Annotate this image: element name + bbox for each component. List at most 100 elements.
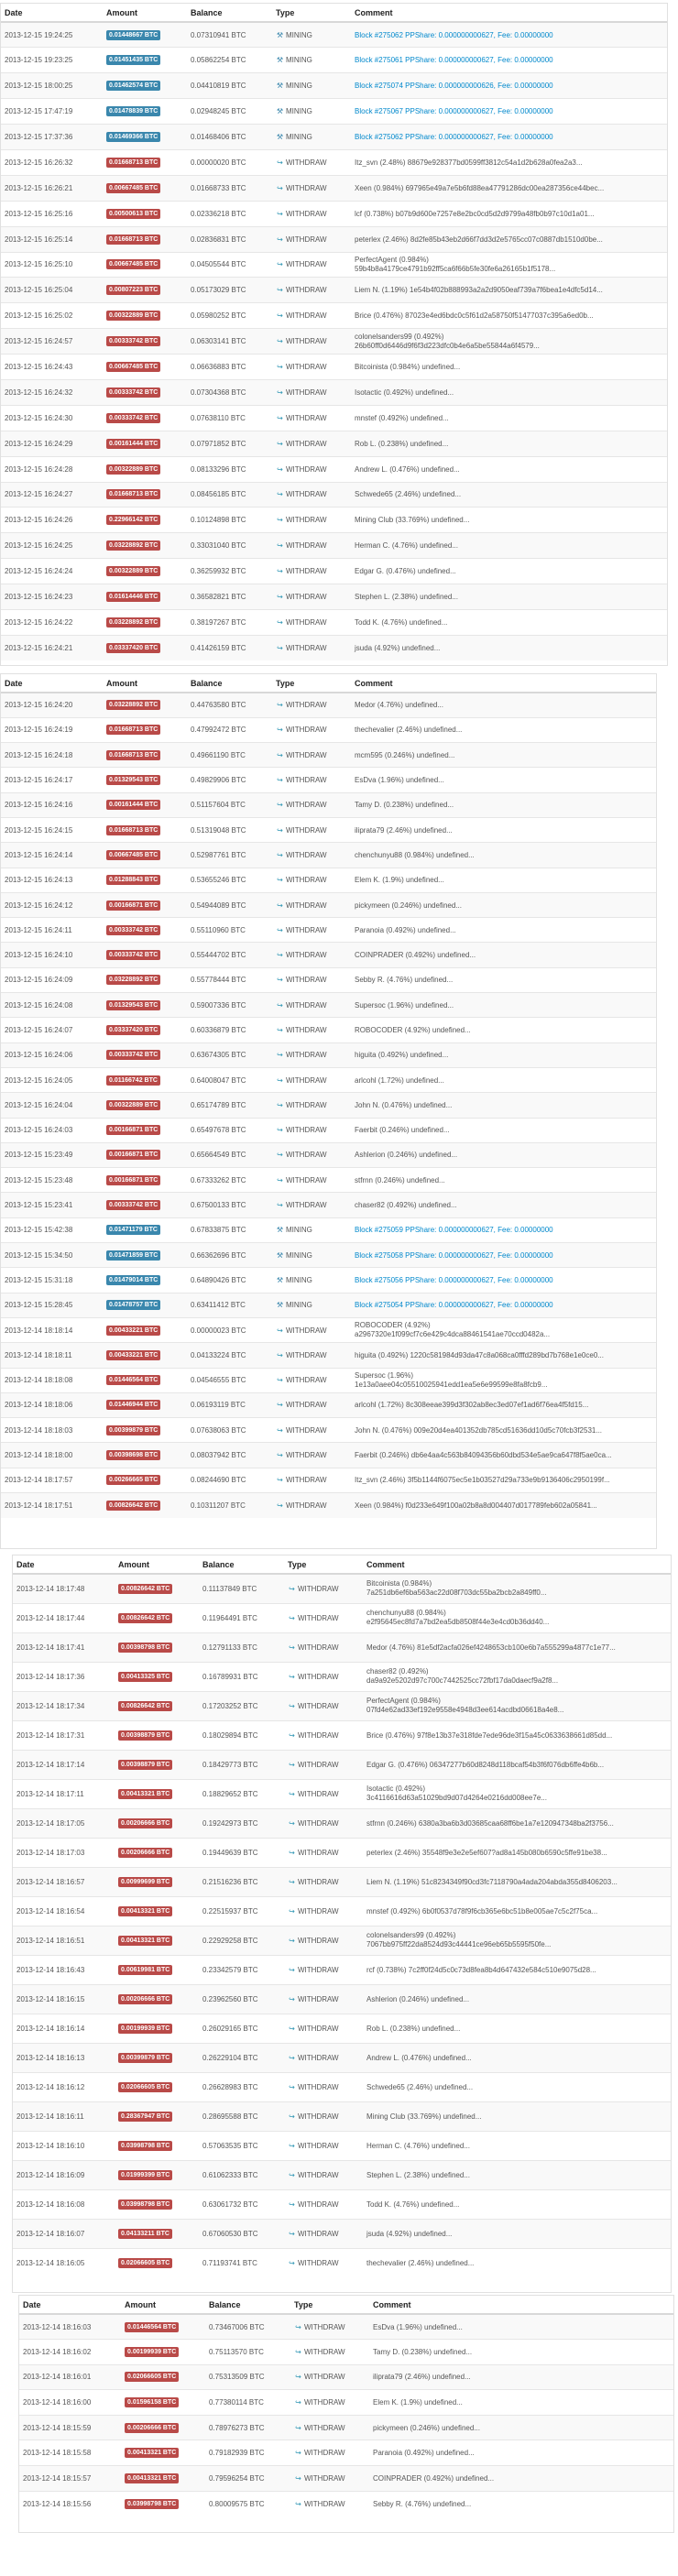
- column-header-amount[interactable]: Amount: [103, 674, 187, 693]
- type-cell: ↪ WITHDRAW: [284, 2101, 363, 2131]
- column-header-balance[interactable]: Balance: [199, 1555, 284, 1575]
- type-label: WITHDRAW: [286, 876, 327, 885]
- block-link[interactable]: Block #275062 PPShare: 0.000000000627, F…: [355, 133, 553, 141]
- amount-cell: 0.00826642 BTC: [115, 1573, 199, 1603]
- comment-cell: mnstef (0.492%) 6b0f0537d78f9f6cb365e6bc…: [363, 1895, 671, 1926]
- date-cell: 2013-12-15 16:24:15: [1, 816, 103, 843]
- share-arrow-icon: ↪: [289, 1936, 295, 1945]
- comment-line: 26b60ff0d6446d9f6f3d223dfc0b4e6a5be55844…: [355, 341, 540, 350]
- type-label: WITHDRAW: [286, 1075, 327, 1085]
- share-arrow-icon: ↪: [277, 541, 283, 551]
- column-header-type[interactable]: Type: [290, 2296, 369, 2315]
- table-row: 2013-12-15 16:24:13 0.01288843 BTC 0.53655…: [1, 867, 656, 893]
- amount-cell: 0.01478839 BTC: [103, 98, 187, 125]
- date-cell: 2013-12-15 16:24:13: [1, 867, 103, 893]
- date-cell: 2013-12-14 18:17:05: [13, 1807, 115, 1838]
- header-row: Date Amount Balance Type Comment: [19, 2296, 673, 2315]
- column-header-date[interactable]: Date: [13, 1555, 115, 1575]
- block-link[interactable]: Block #275059 PPShare: 0.000000000627, F…: [355, 1226, 553, 1234]
- amount-badge: 0.01478757 BTC: [106, 1300, 161, 1311]
- block-link[interactable]: Block #275058 PPShare: 0.000000000627, F…: [355, 1251, 553, 1260]
- amount-badge: 0.01478839 BTC: [106, 106, 161, 117]
- share-arrow-icon: ↪: [277, 876, 283, 885]
- column-header-amount[interactable]: Amount: [103, 4, 187, 23]
- comment-cell: Xeen (0.984%) f0d233e649f100a02b8a8d0044…: [351, 1491, 656, 1518]
- type-cell: ↪ WITHDRAW: [272, 791, 351, 818]
- amount-badge: 0.00413321 BTC: [125, 2448, 180, 2459]
- type-label: WITHDRAW: [304, 2347, 345, 2356]
- type-cell: ↪ WITHDRAW: [284, 2189, 363, 2219]
- amount-badge: 0.00413321 BTC: [118, 1935, 173, 1946]
- column-header-comment[interactable]: Comment: [351, 4, 667, 23]
- amount-badge: 0.01668713 BTC: [106, 489, 161, 500]
- table-row: 2013-12-15 16:25:14 0.01668713 BTC 0.02836…: [1, 225, 667, 253]
- comment-cell: higuita (0.492%) 1220c581984d93da47c8a06…: [351, 1342, 656, 1369]
- column-header-comment[interactable]: Comment: [363, 1555, 671, 1575]
- comment-text: jsuda (4.92%) undefined...: [366, 2229, 453, 2238]
- type-label: WITHDRAW: [286, 951, 327, 960]
- comment-line: PerfectAgent (0.984%): [366, 1697, 441, 1705]
- comment-cell: iliprata79 (2.46%) undefined...: [369, 2363, 673, 2390]
- amount-cell: 0.00399879 BTC: [115, 2042, 199, 2072]
- date-cell: 2013-12-15 18:00:25: [1, 72, 103, 99]
- column-header-comment[interactable]: Comment: [369, 2296, 673, 2315]
- share-arrow-icon: ↪: [295, 2449, 301, 2458]
- type-cell: ↪ WITHDRAW: [290, 2465, 369, 2492]
- comment-text: Tamy D. (0.238%) undefined...: [373, 2347, 473, 2356]
- amount-cell: 0.00206666 BTC: [115, 1807, 199, 1838]
- balance-cell: 0.04546555 BTC: [187, 1367, 272, 1393]
- comment-cell: Andrew L. (0.476%) undefined...: [363, 2042, 671, 2072]
- comment-line: colonelsanders99 (0.492%): [366, 1931, 456, 1939]
- block-link[interactable]: Block #275074 PPShare: 0.000000000626, F…: [355, 82, 553, 90]
- block-link[interactable]: Block #275062 PPShare: 0.000000000627, F…: [355, 31, 553, 39]
- date-cell: 2013-12-15 16:24:19: [1, 716, 103, 743]
- amount-badge: 0.00206666 BTC: [118, 1993, 173, 2004]
- comment-cell: Bitcoinista (0.984%) 7a251db6ef6ba563ac22…: [363, 1573, 671, 1603]
- column-header-type[interactable]: Type: [272, 674, 351, 693]
- amount-cell: 0.00161444 BTC: [103, 791, 187, 818]
- amount-cell: 0.00322889 BTC: [103, 1092, 187, 1119]
- block-link[interactable]: Block #275061 PPShare: 0.000000000627, F…: [355, 56, 553, 64]
- column-header-balance[interactable]: Balance: [187, 674, 272, 693]
- table-row: 2013-12-15 15:31:18 0.01479014 BTC 0.64890…: [1, 1267, 656, 1293]
- comment-text: peterlex (2.46%) 8d2fe85b43eb2d66f7dd3d2…: [355, 235, 603, 244]
- column-header-date[interactable]: Date: [19, 2296, 121, 2315]
- amount-badge: 0.00322889 BTC: [106, 1099, 161, 1110]
- comment-text: Ashlerion (0.246%) undefined...: [366, 1994, 470, 2003]
- table-row: 2013-12-14 18:18:11 0.00433221 BTC 0.04133…: [1, 1342, 656, 1369]
- comment-cell: Schwede65 (2.46%) undefined...: [363, 2071, 671, 2101]
- block-link[interactable]: Block #275056 PPShare: 0.000000000627, F…: [355, 1276, 553, 1284]
- column-header-type[interactable]: Type: [284, 1555, 363, 1575]
- type-label: WITHDRAW: [286, 1026, 327, 1034]
- comment-text: Schwede65 (2.46%) undefined...: [366, 2082, 474, 2091]
- amount-cell: 0.00166871 BTC: [103, 1117, 187, 1143]
- block-link[interactable]: Block #275067 PPShare: 0.000000000627, F…: [355, 107, 553, 115]
- comment-text: iliprata79 (2.46%) undefined...: [355, 825, 453, 835]
- column-header-date[interactable]: Date: [1, 674, 103, 693]
- type-cell: ⚒ MINING: [272, 124, 351, 150]
- comment-text: Medor (4.76%) 81e5df2acfa026ef4248653cb1…: [366, 1643, 616, 1652]
- column-header-comment[interactable]: Comment: [351, 674, 656, 693]
- comment-cell: Tamy D. (0.238%) undefined...: [351, 791, 656, 818]
- column-header-balance[interactable]: Balance: [205, 2296, 290, 2315]
- amount-cell: 0.01329543 BTC: [103, 767, 187, 793]
- table-row: 2013-12-14 18:16:11 0.28367947 BTC 0.28695…: [13, 2101, 671, 2131]
- share-arrow-icon: ↪: [277, 1350, 283, 1359]
- type-cell: ↪ WITHDRAW: [272, 842, 351, 868]
- comment-cell: mnstef (0.492%) undefined...: [351, 404, 667, 431]
- comment-text: rcf (0.738%) 7c2ff0f24d5c0c73d8fea8b4d64…: [366, 1965, 596, 1974]
- comment-cell: Xeen (0.984%) 697965e49a7e5b6fd88ea47791…: [351, 174, 667, 202]
- date-cell: 2013-12-15 16:24:10: [1, 942, 103, 968]
- column-header-balance[interactable]: Balance: [187, 4, 272, 23]
- share-arrow-icon: ↪: [277, 490, 283, 499]
- amount-cell: 0.01668713 BTC: [103, 716, 187, 743]
- column-header-type[interactable]: Type: [272, 4, 351, 23]
- column-header-date[interactable]: Date: [1, 4, 103, 23]
- column-header-amount[interactable]: Amount: [115, 1555, 199, 1575]
- column-header-amount[interactable]: Amount: [121, 2296, 205, 2315]
- block-link[interactable]: Block #275054 PPShare: 0.000000000627, F…: [355, 1301, 553, 1309]
- amount-badge: 0.01471859 BTC: [106, 1250, 161, 1261]
- date-cell: 2013-12-15 16:24:11: [1, 917, 103, 943]
- type-cell: ↪ WITHDRAW: [272, 816, 351, 843]
- type-label: MINING: [286, 30, 312, 39]
